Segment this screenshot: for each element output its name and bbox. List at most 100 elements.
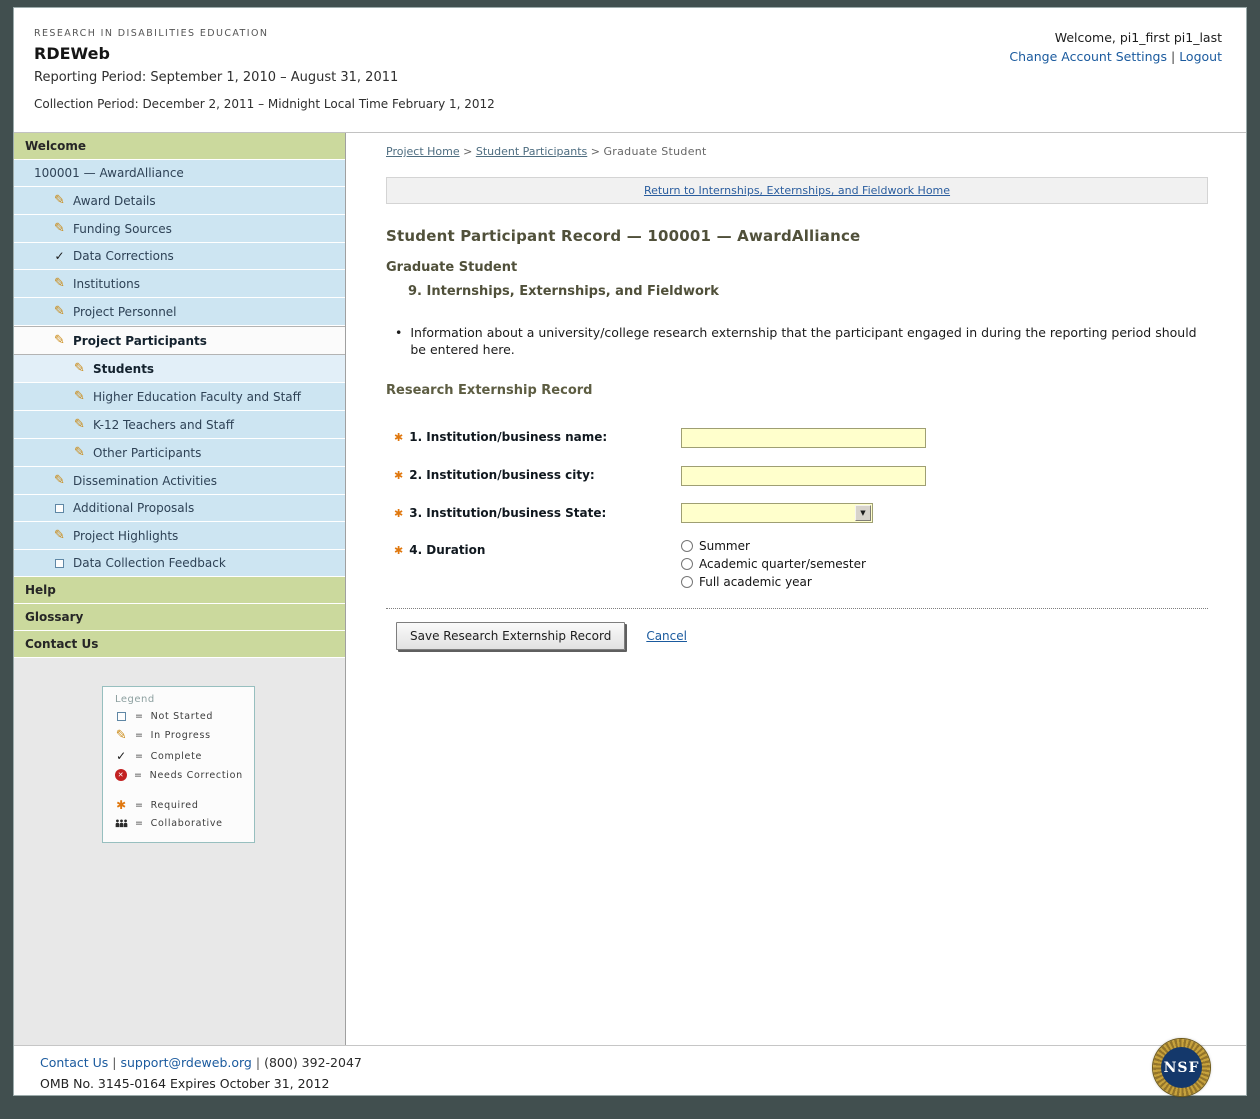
form-row-institution-state: ✱ 3. Institution/business State: ▼	[386, 503, 1208, 523]
square-icon	[55, 559, 64, 568]
save-button[interactable]: Save Research Externship Record	[396, 622, 625, 650]
pencil-icon: ✎	[73, 417, 86, 432]
pencil-icon: ✎	[73, 389, 86, 404]
logout-link[interactable]: Logout	[1179, 49, 1222, 64]
legend-label: Collaborative	[151, 818, 223, 829]
sidebar-item-k-12-teachers-and-staff[interactable]: ✎ K-12 Teachers and Staff	[14, 411, 345, 439]
cancel-link[interactable]: Cancel	[646, 629, 687, 643]
sidebar-item-label: Higher Education Faculty and Staff	[93, 390, 301, 404]
required-asterisk-icon: ✱	[394, 468, 403, 482]
nsf-logo-text: NSF	[1164, 1060, 1200, 1076]
field-label-text: 2. Institution/business city:	[409, 468, 595, 482]
check-icon: ✓	[53, 249, 66, 263]
people-icon	[115, 818, 128, 829]
legend: Legend =Not Started✎=In Progress✓=Comple…	[102, 686, 255, 843]
bullet-icon: •	[395, 325, 402, 359]
legend-label: In Progress	[151, 730, 211, 741]
return-link[interactable]: Return to Internships, Externships, and …	[644, 184, 950, 197]
reporting-period: Reporting Period: September 1, 2010 – Au…	[34, 70, 1224, 85]
account-area: Welcome, pi1_first pi1_last Change Accou…	[1009, 30, 1222, 64]
form-actions: Save Research Externship Record Cancel	[386, 622, 1208, 650]
duration-options: Summer Academic quarter/semester Full acad…	[681, 539, 866, 589]
footer-email-link[interactable]: support@rdeweb.org	[121, 1055, 252, 1070]
legend-item-in-progress: ✎=In Progress	[115, 728, 246, 743]
sidebar-item-label: K-12 Teachers and Staff	[93, 418, 234, 432]
pencil-icon: ✎	[73, 445, 86, 460]
form-row-institution-name: ✱ 1. Institution/business name:	[386, 427, 1208, 448]
omb-text: OMB No. 3145-0164 Expires October 31, 20…	[40, 1076, 1224, 1091]
pencil-icon: ✎	[53, 193, 66, 208]
form-row-duration: ✱ 4. Duration Summer Academic quarter/sem…	[386, 540, 1208, 589]
breadcrumb-project-home[interactable]: Project Home	[386, 145, 460, 158]
sidebar-item-project-highlights[interactable]: ✎ Project Highlights	[14, 522, 345, 550]
breadcrumb-graduate-student: Graduate Student	[603, 145, 706, 158]
sidebar-item-welcome[interactable]: Welcome	[14, 133, 345, 160]
breadcrumb-student-participants[interactable]: Student Participants	[476, 145, 587, 158]
sidebar-item-institutions[interactable]: ✎Institutions	[14, 270, 345, 298]
sidebar-item-help[interactable]: Help	[14, 577, 345, 604]
legend-label: Complete	[151, 751, 202, 762]
duration-option-full-academic-year[interactable]: Full academic year	[681, 575, 866, 589]
dropdown-arrow-icon[interactable]: ▼	[855, 505, 871, 521]
sidebar-item-glossary[interactable]: Glossary	[14, 604, 345, 631]
field-label: ✱ 1. Institution/business name:	[394, 427, 681, 444]
duration-radio-full-academic-year[interactable]	[681, 576, 693, 588]
sidebar-item-data-corrections[interactable]: ✓Data Corrections	[14, 243, 345, 270]
error-icon: ✕	[115, 769, 127, 781]
equals-sign: =	[135, 730, 144, 741]
institution-city-input[interactable]	[681, 466, 926, 486]
content-body: Welcome 100001 — AwardAlliance ✎Award De…	[14, 133, 1246, 1045]
required-asterisk-icon: ✱	[394, 506, 403, 520]
legend-item-collaborative: = Collaborative	[115, 818, 246, 829]
sidebar-item-additional-proposals[interactable]: Additional Proposals	[14, 495, 345, 522]
duration-option-label: Full academic year	[699, 575, 812, 589]
sidebar-item-dissemination-activities[interactable]: ✎Dissemination Activities	[14, 467, 345, 495]
pencil-icon: ✎	[73, 361, 86, 376]
equals-sign: =	[135, 818, 144, 829]
pencil-icon: ✎	[53, 473, 66, 488]
duration-option-summer[interactable]: Summer	[681, 539, 866, 553]
field-label: ✱ 3. Institution/business State:	[394, 503, 681, 520]
legend-item-complete: ✓=Complete	[115, 749, 246, 763]
change-account-settings-link[interactable]: Change Account Settings	[1009, 49, 1167, 64]
sidebar-item-other-participants[interactable]: ✎ Other Participants	[14, 439, 345, 467]
sidebar-item-contact-us[interactable]: Contact Us	[14, 631, 345, 658]
pencil-icon: ✎	[53, 528, 66, 543]
sidebar-item-award[interactable]: 100001 — AwardAlliance	[14, 160, 345, 187]
sidebar-item-label: Other Participants	[93, 446, 201, 460]
footer-contact-link[interactable]: Contact Us	[40, 1055, 108, 1070]
pencil-icon: ✎	[53, 276, 66, 291]
sidebar-item-higher-education-faculty-and-staff[interactable]: ✎ Higher Education Faculty and Staff	[14, 383, 345, 411]
return-bar: Return to Internships, Externships, and …	[386, 177, 1208, 204]
sidebar-item-data-collection-feedback[interactable]: Data Collection Feedback	[14, 550, 345, 577]
main-content: Project Home > Student Participants > Gr…	[346, 133, 1246, 1045]
field-label-text: 1. Institution/business name:	[409, 430, 607, 444]
divider	[386, 608, 1208, 609]
sidebar-item-funding-sources[interactable]: ✎Funding Sources	[14, 215, 345, 243]
square-icon	[55, 504, 64, 513]
sidebar-items: ✎Award Details✎Funding Sources✓Data Corr…	[14, 187, 345, 577]
sidebar-item-project-personnel[interactable]: ✎Project Personnel	[14, 298, 345, 326]
page-title: Student Participant Record — 100001 — Aw…	[386, 227, 1208, 245]
page: RESEARCH IN DISABILITIES EDUCATION RDEWe…	[14, 8, 1246, 1095]
welcome-text: Welcome, pi1_first pi1_last	[1009, 30, 1222, 45]
breadcrumb-separator: >	[587, 145, 603, 158]
legend-label: Required	[151, 800, 199, 811]
sidebar-item-label: Project Personnel	[73, 305, 177, 319]
footer-phone: (800) 392-2047	[264, 1055, 362, 1070]
state-select[interactable]: ▼	[681, 503, 873, 523]
info-bullet: • Information about a university/college…	[386, 325, 1208, 359]
institution-name-input[interactable]	[681, 428, 926, 448]
sidebar-item-award-details[interactable]: ✎Award Details	[14, 187, 345, 215]
duration-radio-summer[interactable]	[681, 540, 693, 552]
field-label-text: 3. Institution/business State:	[409, 506, 606, 520]
duration-option-academic-quarter-semester[interactable]: Academic quarter/semester	[681, 557, 866, 571]
duration-option-label: Summer	[699, 539, 750, 553]
sidebar-item-project-participants[interactable]: ✎Project Participants	[14, 326, 345, 355]
field-label: ✱ 4. Duration	[394, 540, 681, 557]
legend-item-required: ✱=Required	[115, 798, 246, 812]
duration-radio-academic-quarter-semester[interactable]	[681, 558, 693, 570]
sidebar-item-label: Project Highlights	[73, 529, 178, 543]
legend-label: Not Started	[151, 711, 213, 722]
sidebar-item-students[interactable]: ✎Students	[14, 355, 345, 383]
